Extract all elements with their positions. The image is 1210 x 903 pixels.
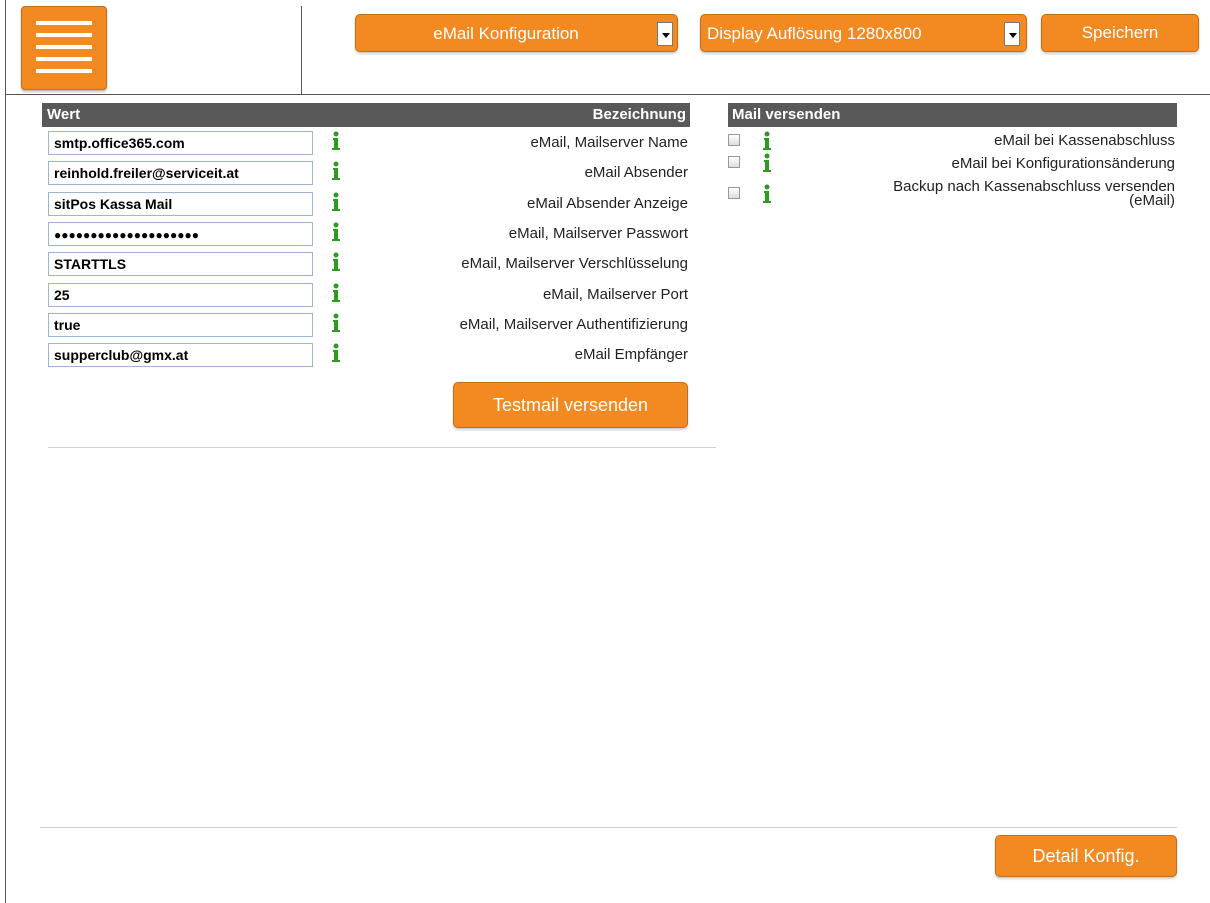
checkbox-closing-mail[interactable] [728,134,740,146]
sender-field[interactable]: reinhold.freiler@serviceit.at [48,161,313,185]
config-select[interactable]: eMail Konfiguration [355,14,678,52]
field-label: eMail Absender Anzeige [527,195,688,212]
display-select-value: Display Auflösung 1280x800 [707,24,922,43]
mail-option-label: eMail bei Konfigurationsänderung [951,155,1175,172]
col-label-header: Bezeichnung [592,106,686,123]
info-icon[interactable] [331,131,341,151]
config-select-value: eMail Konfiguration [433,24,579,43]
email-table-header: Wert Bezeichnung [42,103,690,127]
encryption-field[interactable]: STARTTLS [48,252,313,276]
authentication-field[interactable]: true [48,313,313,337]
divider [48,447,716,448]
mail-option-label: eMail bei Kassenabschluss [994,132,1175,149]
mail-section-title: Mail versenden [732,106,841,123]
col-value-header: Wert [47,106,81,123]
checkbox-config-change-mail[interactable] [728,156,740,168]
info-icon[interactable] [331,313,341,333]
info-icon[interactable] [331,161,341,181]
field-label: eMail, Mailserver Passwort [508,225,688,242]
info-icon[interactable] [762,184,772,204]
field-label: eMail Empfänger [574,346,688,363]
info-icon[interactable] [762,153,772,173]
info-icon[interactable] [331,222,341,242]
password-field[interactable]: ●●●●●●●●●●●●●●●●●●●● [48,222,313,246]
left-border [5,0,6,903]
mail-option-label-line2: (eMail) [1129,192,1175,209]
header-divider [301,6,302,94]
save-button[interactable]: Speichern [1041,14,1199,52]
info-icon[interactable] [331,283,341,303]
checkbox-backup-mail[interactable] [728,187,740,199]
field-label: eMail, Mailserver Name [530,134,688,151]
menu-button[interactable] [21,6,107,90]
field-label: eMail, Mailserver Verschlüsselung [461,255,688,272]
mail-section-header: Mail versenden [728,103,1177,127]
info-icon[interactable] [331,343,341,363]
recipient-field[interactable]: supperclub@gmx.at [48,343,313,367]
display-select[interactable]: Display Auflösung 1280x800 [700,14,1027,52]
info-icon[interactable] [762,131,772,151]
field-label: eMail, Mailserver Authentifizierung [459,316,688,333]
info-icon[interactable] [331,192,341,212]
mail-option-label: Backup nach Kassenabschluss versenden (e… [893,179,1175,209]
field-label: eMail, Mailserver Port [542,286,688,303]
sender-display-field[interactable]: sitPos Kassa Mail [48,192,313,216]
chevron-down-icon[interactable] [657,22,673,46]
test-mail-button[interactable]: Testmail versenden [453,382,688,428]
header-rule [5,94,1210,95]
detail-config-button[interactable]: Detail Konfig. [995,835,1177,877]
info-icon[interactable] [331,252,341,272]
port-field[interactable]: 25 [48,283,313,307]
mailserver-name-field[interactable]: smtp.office365.com [48,131,313,155]
field-label: eMail Absender [584,164,688,181]
chevron-down-icon[interactable] [1004,22,1020,46]
footer-divider [40,827,1177,828]
